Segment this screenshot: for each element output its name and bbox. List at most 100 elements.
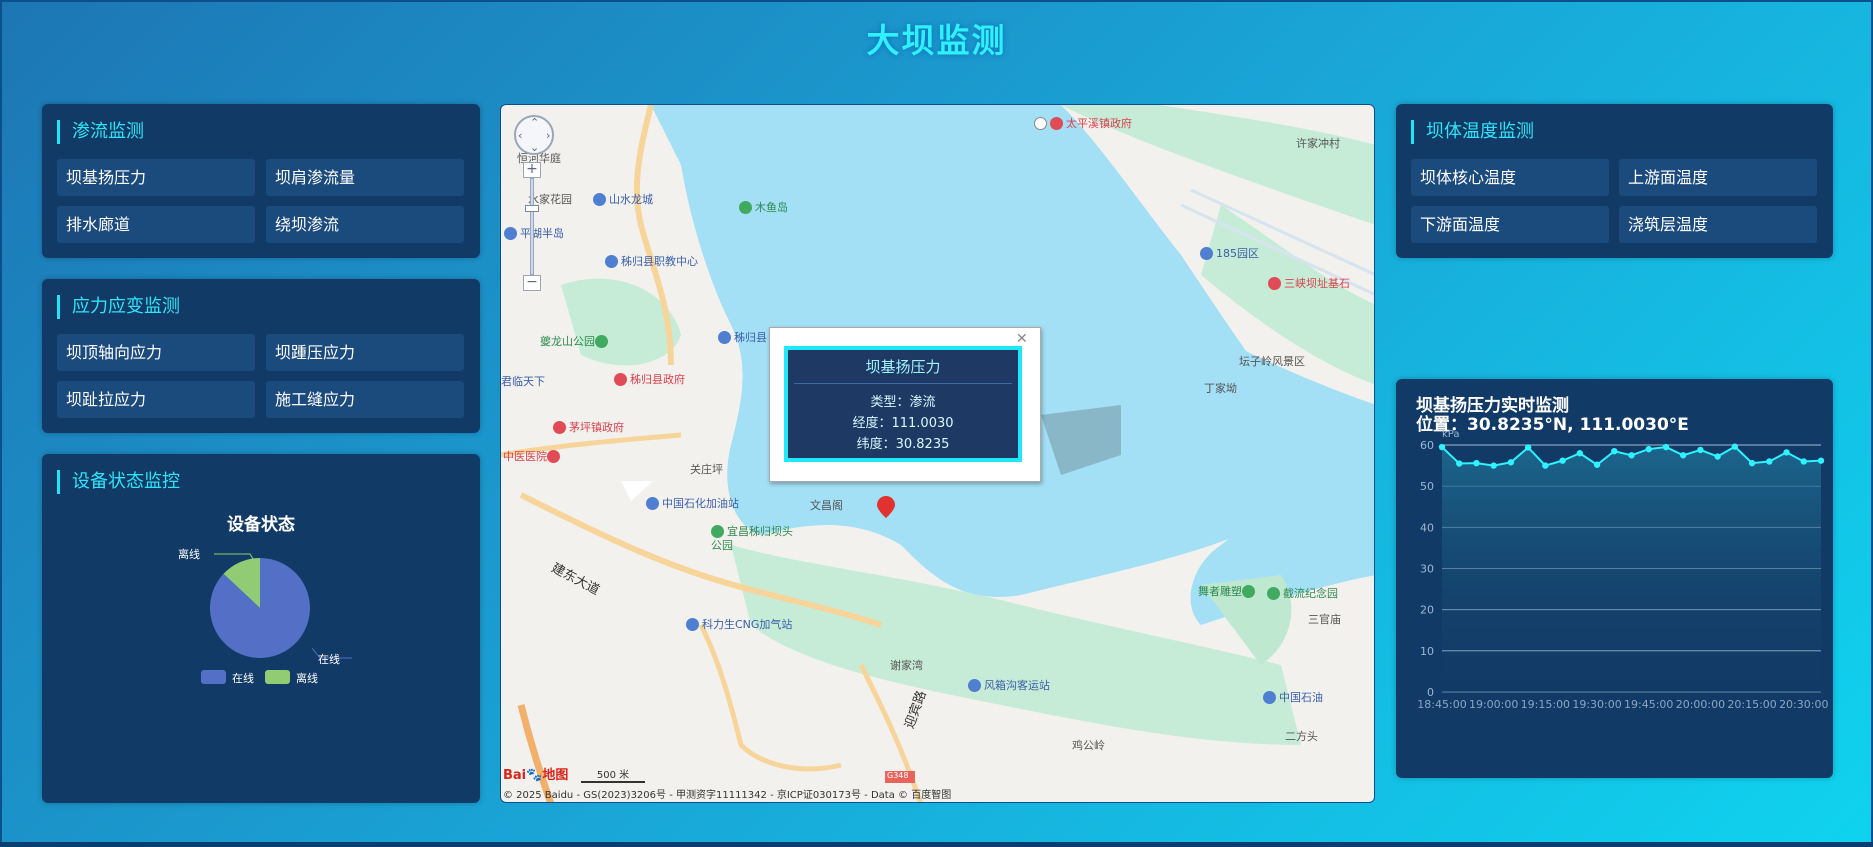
data-point[interactable] — [1679, 452, 1687, 459]
poi-wenchangge[interactable]: 文昌阁 — [810, 499, 843, 513]
page-title: 大坝监测 — [866, 21, 1007, 60]
poi-taipingxi[interactable]: 太平溪镇政府 — [1034, 117, 1132, 131]
zoom-slider-handle[interactable] — [525, 205, 539, 212]
poi-jigongling[interactable]: 鸡公岭 — [1072, 739, 1105, 753]
data-point[interactable] — [1783, 449, 1790, 456]
realtime-chart-panel: 坝基扬压力实时监测 位置：30.8235°N, 111.0030°E kPa 0… — [1396, 379, 1833, 778]
data-point[interactable] — [1817, 457, 1825, 464]
temperature-panel: 坝体温度监测 坝体核心温度 上游面温度 下游面温度 浇筑层温度 — [1396, 104, 1833, 258]
poi-petrochina[interactable]: 中国石油 — [1263, 691, 1323, 705]
stress-item-crest-axial[interactable]: 坝顶轴向应力 — [57, 334, 255, 371]
map-pan-control[interactable]: ⌃ ‹ › ⌄ — [514, 115, 554, 155]
poi-dingjiaao[interactable]: 丁家坳 — [1204, 382, 1237, 396]
device-status-pie-chart: 离线 在线 在线 离线 — [178, 547, 352, 685]
seepage-item-uplift-pressure[interactable]: 坝基扬压力 — [57, 159, 255, 196]
poi-maoping-government[interactable]: 茅坪镇政府 — [553, 421, 624, 435]
temp-item-upstream[interactable]: 上游面温度 — [1619, 159, 1817, 196]
poi-dam-base-stone[interactable]: 三峡坝址基石 — [1268, 277, 1350, 291]
baidu-map-logo: Bai🐾地图 — [503, 768, 569, 783]
legend-swatch-offline — [265, 670, 290, 684]
data-point[interactable] — [1714, 453, 1721, 460]
poi-guanzhuangping[interactable]: 关庄坪 — [690, 463, 723, 477]
info-window-title: 坝基扬压力 — [794, 350, 1012, 384]
pan-up-icon[interactable]: ⌃ — [530, 116, 539, 129]
stress-item-joint-stress[interactable]: 施工缝应力 — [266, 381, 464, 418]
poi-jieliu-memorial[interactable]: 截流纪念园 — [1267, 587, 1338, 601]
data-point[interactable] — [1748, 459, 1756, 467]
zoom-slider-track[interactable] — [530, 178, 534, 275]
info-window-tail — [621, 481, 653, 501]
poi-xujiachong[interactable]: 许家冲村 — [1296, 137, 1340, 151]
data-point[interactable] — [1800, 458, 1807, 465]
seepage-item-abutment-seepage[interactable]: 坝肩渗流量 — [266, 159, 464, 196]
bottom-bar — [0, 842, 1873, 847]
pan-left-icon[interactable]: ‹ — [518, 129, 522, 142]
poi-sinopec-station[interactable]: 中国石化加油站 — [646, 497, 739, 511]
poi-zigui-government[interactable]: 秭归县政府 — [614, 373, 685, 387]
temp-item-downstream[interactable]: 下游面温度 — [1411, 206, 1609, 243]
info-window-content: 坝基扬压力 类型：渗流 经度：111.0030 纬度：30.8235 — [784, 346, 1022, 462]
poi-xiejiawan[interactable]: 谢家湾 — [890, 659, 923, 673]
poi-pinghu-peninsula[interactable]: 平湖半岛 — [504, 227, 564, 241]
data-point[interactable] — [1628, 452, 1635, 459]
data-point[interactable] — [1524, 444, 1532, 451]
x-tick-label: 20:30:00 — [1779, 698, 1828, 711]
stress-item-toe-tensile[interactable]: 坝趾拉应力 — [57, 381, 255, 418]
data-point[interactable] — [1507, 459, 1515, 466]
poi-kelisheng-cng[interactable]: 科力生CNG加气站 — [686, 618, 792, 632]
x-tick-label: 19:45:00 — [1624, 698, 1673, 711]
data-point[interactable] — [1490, 462, 1497, 469]
stress-panel: 应力应变监测 坝顶轴向应力 坝踵压应力 坝趾拉应力 施工缝应力 — [42, 279, 480, 433]
data-point[interactable] — [1456, 460, 1463, 467]
data-point[interactable] — [1611, 447, 1618, 455]
seepage-item-bypass-seepage[interactable]: 绕坝渗流 — [266, 206, 464, 243]
poi-vocational-center[interactable]: 秭归县职教中心 — [605, 255, 698, 269]
pan-down-icon[interactable]: ⌄ — [530, 141, 539, 154]
legend-label-offline[interactable]: 离线 — [296, 671, 318, 685]
data-point[interactable] — [1645, 445, 1652, 453]
seepage-panel: 渗流监测 坝基扬压力 坝肩渗流量 排水廊道 绕坝渗流 — [42, 104, 480, 258]
poi-zigui-county[interactable]: 秭归县 — [718, 331, 767, 345]
poi-shanshuilongcheng[interactable]: 山水龙城 — [593, 193, 653, 207]
close-icon[interactable]: ✕ — [1016, 331, 1028, 347]
poi-kuilongshan-park[interactable]: 夔龙山公园 — [540, 335, 611, 349]
seepage-panel-title: 渗流监测 — [57, 120, 144, 144]
data-point[interactable] — [1542, 462, 1549, 469]
poi-dam-head-park[interactable]: 宜昌秭归坝头公园 — [711, 525, 801, 553]
y-tick-label: 30 — [1420, 563, 1434, 576]
data-point[interactable] — [1766, 458, 1773, 465]
data-point[interactable] — [1731, 443, 1739, 450]
info-window: ✕ 坝基扬压力 类型：渗流 经度：111.0030 纬度：30.8235 — [769, 327, 1041, 482]
temp-item-pour-layer[interactable]: 浇筑层温度 — [1619, 206, 1817, 243]
baidu-map[interactable]: 太平溪镇政府 许家冲村 山水龙城 木鱼岛 平湖半岛 秭归县职教中心 185园区 … — [500, 104, 1375, 803]
zoom-in-button[interactable]: + — [523, 162, 541, 178]
seepage-item-drainage-gallery[interactable]: 排水廊道 — [57, 206, 255, 243]
y-tick-label: 20 — [1420, 604, 1434, 617]
poi-tcm-hospital[interactable]: 中医医院 — [503, 450, 563, 464]
poi-sanguanmiao[interactable]: 三官庙 — [1308, 613, 1341, 627]
stress-item-heel-compressive[interactable]: 坝踵压应力 — [266, 334, 464, 371]
data-point[interactable] — [1438, 443, 1446, 451]
poi-erfangtou[interactable]: 二方头 — [1285, 730, 1318, 744]
poi-185-park[interactable]: 185园区 — [1200, 247, 1259, 261]
y-tick-label: 10 — [1420, 645, 1434, 658]
data-point[interactable] — [1473, 459, 1480, 467]
x-tick-label: 19:00:00 — [1469, 698, 1518, 711]
poi-fengxianggou-station[interactable]: 风箱沟客运站 — [968, 679, 1050, 693]
data-point[interactable] — [1593, 461, 1601, 468]
poi-muyudao[interactable]: 木鱼岛 — [739, 201, 788, 215]
map-scale-bar: 500 米 — [581, 766, 645, 783]
map-marker-icon[interactable] — [877, 496, 895, 518]
road-badge: G348 — [887, 771, 909, 780]
data-point[interactable] — [1697, 446, 1704, 454]
data-point[interactable] — [1559, 457, 1566, 464]
data-point[interactable] — [1662, 443, 1670, 451]
zoom-out-button[interactable]: − — [523, 275, 541, 291]
pan-right-icon[interactable]: › — [546, 129, 550, 142]
poi-junlin-tianxia[interactable]: 君临天下 — [501, 375, 545, 389]
temp-item-core[interactable]: 坝体核心温度 — [1411, 159, 1609, 196]
data-point[interactable] — [1576, 450, 1584, 457]
poi-tanziling[interactable]: 坛子岭风景区 — [1239, 355, 1305, 369]
legend-label-online[interactable]: 在线 — [232, 671, 254, 685]
poi-dancer-sculpture[interactable]: 舞者雕塑 — [1198, 585, 1258, 599]
